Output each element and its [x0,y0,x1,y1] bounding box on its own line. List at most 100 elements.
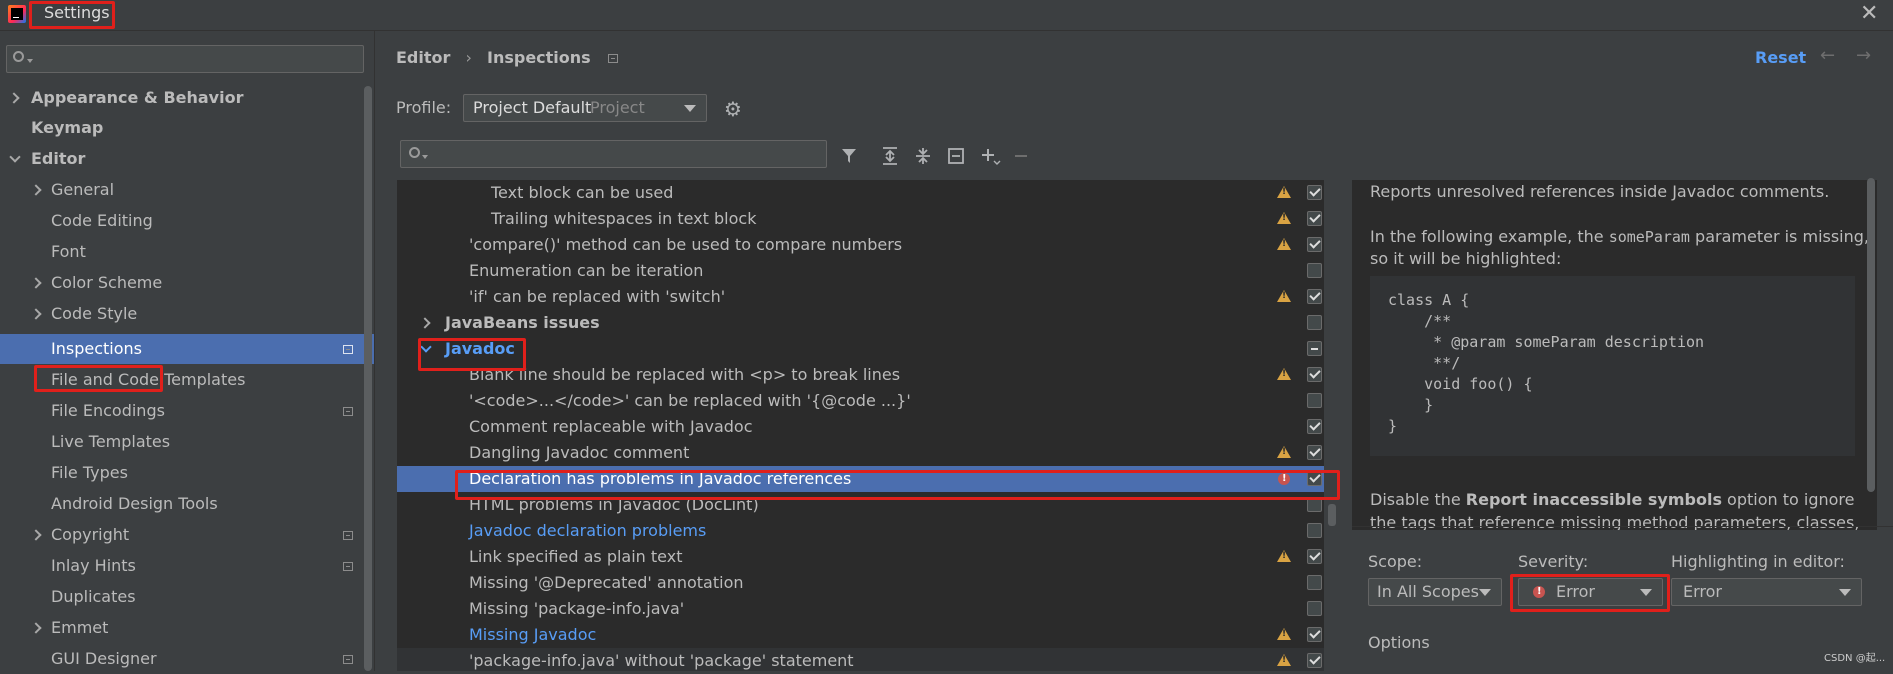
inspection-checkbox[interactable] [1307,549,1322,564]
chevron-down-icon[interactable] [420,341,432,353]
sidebar-item-duplicates[interactable]: Duplicates [0,582,374,612]
sidebar-item-label: Font [51,242,86,261]
inspection-checkbox[interactable] [1307,497,1322,512]
chevron-right-icon[interactable] [419,317,431,329]
disable-option: Report inaccessible symbols [1465,490,1722,509]
sidebar-item-copyright[interactable]: Copyright [0,520,374,550]
disable-prefix: Disable the [1370,490,1466,509]
tree-row[interactable]: Missing Javadoc [397,622,1324,648]
sidebar-search-field[interactable] [37,49,361,71]
sidebar-item-general[interactable]: General [0,175,374,205]
sidebar-scrollbar[interactable] [364,86,372,671]
tree-row[interactable]: Javadoc declaration problems [397,518,1324,544]
tree-row[interactable]: Trailing whitespaces in text block [397,206,1324,232]
tree-row[interactable]: Text block can be used [397,180,1324,206]
collapse-all-icon[interactable] [913,146,933,166]
tree-row[interactable]: HTML problems in Javadoc (DocLint) [397,492,1324,518]
sidebar-item-label: Code Style [51,304,138,323]
sidebar-item-code-style[interactable]: Code Style [0,299,374,329]
expand-all-icon[interactable] [880,146,900,166]
panel-divider[interactable] [374,31,375,671]
close-icon[interactable]: ✕ [1860,1,1878,27]
tree-row-selected[interactable]: Declaration has problems in Javadoc refe… [397,466,1324,492]
project-scope-icon [343,655,353,664]
sidebar-item-keymap[interactable]: Keymap [0,113,374,143]
inspection-checkbox[interactable] [1307,237,1322,252]
tree-row[interactable]: '<code>...</code>' can be replaced with … [397,388,1324,414]
breadcrumb-current: Inspections [487,48,591,67]
severity-select[interactable]: Error [1518,578,1663,606]
inspection-label: Trailing whitespaces in text block [491,209,757,228]
tree-group-javadoc[interactable]: Javadoc [397,336,1324,362]
add-icon[interactable] [979,146,1001,166]
description-scrollbar[interactable] [1867,178,1875,492]
sidebar-item-file-encodings[interactable]: File Encodings [0,396,374,426]
sidebar-item-appearance-behavior[interactable]: Appearance & Behavior [0,83,374,113]
tree-row[interactable]: 'compare()' method can be used to compar… [397,232,1324,258]
remove-icon[interactable] [1011,146,1031,166]
sidebar-item-android-design-tools[interactable]: Android Design Tools [0,489,374,519]
inspection-checkbox[interactable] [1307,575,1322,590]
inspection-checkbox[interactable] [1307,367,1322,382]
sidebar-item-file-code-templates[interactable]: File and Code Templates [0,365,374,395]
profile-select[interactable]: Project Default Project [463,94,707,122]
sidebar-search-input[interactable] [6,45,364,73]
tree-row[interactable]: Dangling Javadoc comment [397,440,1324,466]
inspection-checkbox[interactable] [1307,289,1322,304]
tree-row[interactable]: Comment replaceable with Javadoc [397,414,1324,440]
tree-group-javabeans[interactable]: JavaBeans issues [397,310,1324,336]
sidebar-item-inlay-hints[interactable]: Inlay Hints [0,551,374,581]
warning-icon [1277,238,1291,250]
back-arrow-icon[interactable]: ← [1820,45,1835,66]
inspection-checkbox[interactable] [1307,263,1322,278]
tree-scrollbar[interactable] [1328,504,1336,526]
sidebar-item-gui-designer[interactable]: GUI Designer [0,644,374,674]
inspection-checkbox[interactable] [1307,601,1322,616]
inspection-checkbox[interactable] [1307,445,1322,460]
inspections-search-input[interactable] [400,140,827,168]
example-code: someParam [1608,228,1690,246]
filter-icon[interactable] [840,146,860,166]
sidebar-item-inspections[interactable]: Inspections [0,334,374,364]
inspection-label: Missing Javadoc [469,625,597,644]
scope-select[interactable]: In All Scopes [1368,578,1502,606]
tree-row[interactable]: 'package-info.java' without 'package' st… [397,648,1324,671]
breadcrumb-root[interactable]: Editor [396,48,450,67]
sidebar-item-code-editing[interactable]: Code Editing [0,206,374,236]
error-icon [1278,472,1290,485]
sidebar-item-color-scheme[interactable]: Color Scheme [0,268,374,298]
sidebar-item-font[interactable]: Font [0,237,374,267]
sidebar-item-file-types[interactable]: File Types [0,458,374,488]
group-checkbox[interactable] [1307,341,1322,356]
reset-link[interactable]: Reset [1755,48,1806,67]
inspection-checkbox[interactable] [1307,211,1322,226]
sidebar-item-editor[interactable]: Editor [0,144,374,174]
error-icon [1533,585,1545,598]
tree-row[interactable]: Link specified as plain text [397,544,1324,570]
warning-icon [1277,212,1291,224]
forward-arrow-icon[interactable]: → [1856,45,1871,66]
warning-icon [1277,186,1291,198]
sidebar-item-live-templates[interactable]: Live Templates [0,427,374,457]
tree-row[interactable]: Missing 'package-info.java' [397,596,1324,622]
highlighting-label: Highlighting in editor: [1671,552,1845,571]
reset-to-default-icon[interactable] [946,146,966,166]
inspection-checkbox[interactable] [1307,471,1322,486]
inspection-checkbox[interactable] [1307,523,1322,538]
tree-row[interactable]: Missing '@Deprecated' annotation [397,570,1324,596]
sidebar-item-emmet[interactable]: Emmet [0,613,374,643]
gear-icon[interactable]: ⚙ [724,97,742,121]
inspection-checkbox[interactable] [1307,393,1322,408]
highlighting-select[interactable]: Error [1671,578,1862,606]
tree-row[interactable]: Blank line should be replaced with <p> t… [397,362,1324,388]
inspection-label: 'compare()' method can be used to compar… [469,235,903,254]
inspection-checkbox[interactable] [1307,653,1322,668]
tree-row[interactable]: Enumeration can be iteration [397,258,1324,284]
panel-divider[interactable] [1352,526,1893,527]
highlighting-value: Error [1683,582,1722,601]
tree-row[interactable]: 'if' can be replaced with 'switch' [397,284,1324,310]
inspection-checkbox[interactable] [1307,419,1322,434]
inspection-checkbox[interactable] [1307,627,1322,642]
inspection-checkbox[interactable] [1307,185,1322,200]
group-checkbox[interactable] [1307,315,1322,330]
